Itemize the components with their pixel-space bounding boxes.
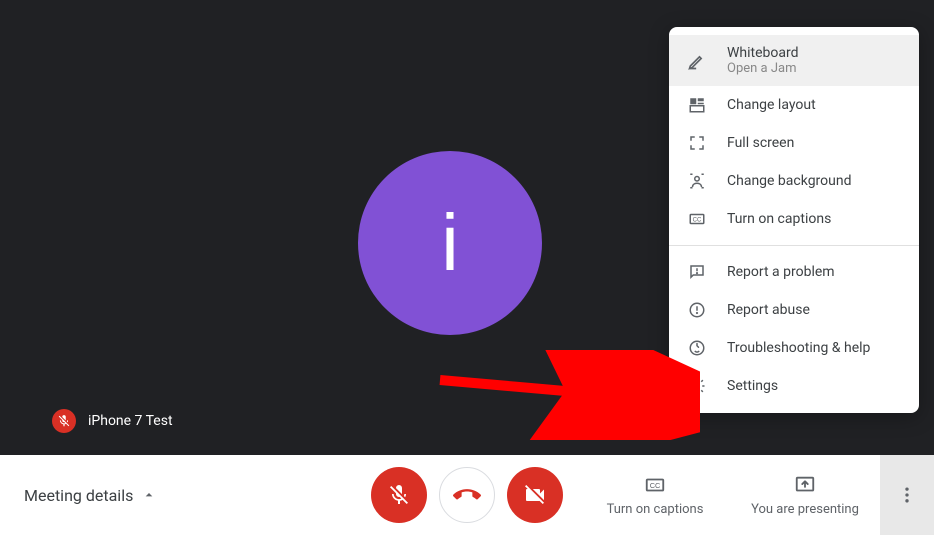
meeting-details-label: Meeting details bbox=[24, 486, 133, 505]
menu-change-background[interactable]: Change background bbox=[669, 162, 919, 200]
camera-off-button[interactable] bbox=[507, 467, 563, 523]
chevron-up-icon bbox=[141, 487, 157, 503]
menu-turn-on-captions[interactable]: CC Turn on captions bbox=[669, 200, 919, 238]
captions-label: Turn on captions bbox=[607, 502, 704, 517]
more-vert-icon bbox=[897, 485, 917, 505]
menu-whiteboard[interactable]: Whiteboard Open a Jam bbox=[669, 35, 919, 86]
menu-separator bbox=[669, 245, 919, 246]
menu-report-problem-label: Report a problem bbox=[727, 264, 835, 280]
meeting-details-button[interactable]: Meeting details bbox=[24, 486, 157, 505]
background-icon bbox=[685, 172, 709, 190]
center-controls bbox=[371, 467, 563, 523]
captions-button[interactable]: CC Turn on captions bbox=[580, 455, 730, 535]
menu-change-layout-label: Change layout bbox=[727, 97, 816, 113]
annotation-arrow bbox=[430, 350, 700, 440]
mic-off-icon bbox=[52, 409, 76, 433]
menu-full-screen[interactable]: Full screen bbox=[669, 124, 919, 162]
svg-text:CC: CC bbox=[693, 217, 702, 223]
svg-text:CC: CC bbox=[650, 480, 661, 489]
captions-icon: CC bbox=[685, 210, 709, 228]
menu-captions-label: Turn on captions bbox=[727, 211, 831, 227]
participant-label: iPhone 7 Test bbox=[52, 409, 173, 433]
help-icon bbox=[685, 339, 709, 357]
feedback-icon bbox=[685, 263, 709, 281]
menu-troubleshooting[interactable]: Troubleshooting & help bbox=[669, 329, 919, 367]
bottom-bar: Meeting details CC Turn on captions You … bbox=[0, 455, 934, 535]
captions-icon: CC bbox=[644, 474, 666, 496]
participant-name: iPhone 7 Test bbox=[88, 413, 173, 429]
right-controls: CC Turn on captions You are presenting bbox=[580, 455, 934, 535]
present-button[interactable]: You are presenting bbox=[730, 455, 880, 535]
menu-report-problem[interactable]: Report a problem bbox=[669, 253, 919, 291]
present-label: You are presenting bbox=[751, 502, 859, 517]
video-area: i iPhone 7 Test Whiteboard Open a Jam Ch… bbox=[0, 0, 934, 455]
participant-avatar: i bbox=[358, 151, 542, 335]
menu-change-layout[interactable]: Change layout bbox=[669, 86, 919, 124]
menu-settings[interactable]: Settings bbox=[669, 367, 919, 405]
mute-mic-button[interactable] bbox=[371, 467, 427, 523]
menu-troubleshooting-label: Troubleshooting & help bbox=[727, 340, 870, 356]
fullscreen-icon bbox=[685, 134, 709, 152]
menu-full-screen-label: Full screen bbox=[727, 135, 794, 151]
menu-whiteboard-sub: Open a Jam bbox=[727, 61, 799, 76]
report-icon bbox=[685, 301, 709, 319]
avatar-letter: i bbox=[441, 197, 459, 289]
menu-change-background-label: Change background bbox=[727, 173, 852, 189]
gear-icon bbox=[685, 377, 709, 395]
present-icon bbox=[794, 474, 816, 496]
pencil-icon bbox=[685, 51, 709, 71]
menu-report-abuse[interactable]: Report abuse bbox=[669, 291, 919, 329]
layout-icon bbox=[685, 96, 709, 114]
more-options-button[interactable] bbox=[880, 455, 934, 535]
hang-up-button[interactable] bbox=[439, 467, 495, 523]
menu-whiteboard-title: Whiteboard bbox=[727, 45, 799, 61]
menu-settings-label: Settings bbox=[727, 378, 778, 394]
more-options-menu: Whiteboard Open a Jam Change layout Full… bbox=[669, 27, 919, 413]
menu-report-abuse-label: Report abuse bbox=[727, 302, 810, 318]
